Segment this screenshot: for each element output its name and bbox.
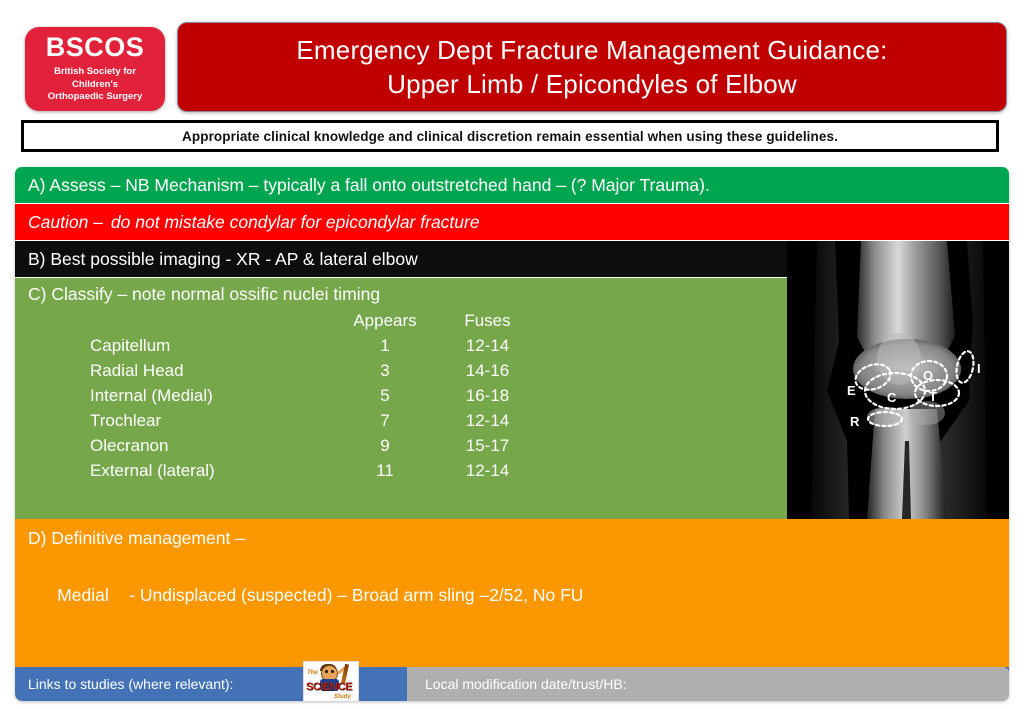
logo-subtitle-line2: Orthopaedic Surgery xyxy=(47,91,143,103)
local-modification-field[interactable]: Local modification date/trust/HB: xyxy=(407,667,1009,701)
logo-abbreviation: BSCOS xyxy=(45,31,145,62)
xray-label-T: T xyxy=(929,389,937,404)
cell-fuses: 12-14 xyxy=(465,410,510,430)
guidance-card: A) Assess – NB Mechanism – typically a f… xyxy=(15,167,1009,701)
column-header-fuses: Fuses xyxy=(464,310,511,330)
table-row: External (lateral) 11 12-14 xyxy=(28,458,540,483)
definitive-heading: D) Definitive management – xyxy=(28,528,245,548)
badge-eye-right xyxy=(331,670,334,673)
section-definitive-management: D) Definitive management – Medial - Undis… xyxy=(15,519,1009,690)
section-assess: A) Assess – NB Mechanism – typically a f… xyxy=(15,167,1009,203)
cell-name: External (lateral) xyxy=(90,460,215,480)
page-title-line1: Emergency Dept Fracture Management Guida… xyxy=(296,34,888,65)
elbow-xray-image: E C R O T I xyxy=(787,241,1009,519)
section-assess-text: A) Assess – NB Mechanism – typically a f… xyxy=(28,174,710,195)
local-modification-label: Local modification date/trust/HB: xyxy=(425,676,627,692)
section-imaging-text: B) Best possible imaging - XR - AP & lat… xyxy=(28,248,418,269)
page-title-line2: Upper Limb / Epicondyles of Elbow xyxy=(387,69,797,99)
cell-name: Capitellum xyxy=(90,335,171,355)
xray-graphic: E C R O T I xyxy=(787,241,1009,519)
xray-label-O: O xyxy=(923,368,933,383)
xray-label-R: R xyxy=(850,414,860,429)
cell-fuses: 12-14 xyxy=(465,335,510,355)
xray-label-E: E xyxy=(847,383,856,398)
cell-appears: 11 xyxy=(376,460,394,480)
badge-science-text: SCIENCE xyxy=(306,681,353,693)
card-footer: Links to studies (where relevant): The S… xyxy=(15,661,1009,701)
cell-name: Trochlear xyxy=(90,410,162,430)
cell-name: Internal (Medial) xyxy=(90,385,213,405)
xray-label-I: I xyxy=(977,361,981,376)
table-header-row: Appears Fuses xyxy=(28,308,540,333)
column-header-appears: Appears xyxy=(353,310,417,330)
page-title: Emergency Dept Fracture Management Guida… xyxy=(177,22,1007,112)
page-header: BSCOS British Society for Children's Ort… xyxy=(0,0,1024,118)
caution-lead: Caution – xyxy=(28,211,103,232)
bscos-logo: BSCOS British Society for Children's Ort… xyxy=(25,27,165,111)
table-row: Olecranon 9 15-17 xyxy=(28,433,540,458)
cell-appears: 5 xyxy=(380,385,390,405)
links-to-studies-label: Links to studies (where relevant): xyxy=(28,676,234,692)
badge-the-text: The xyxy=(307,670,318,676)
cell-appears: 9 xyxy=(380,435,390,455)
cell-appears: 3 xyxy=(380,360,390,380)
badge-study-text: Study xyxy=(334,694,351,700)
science-study-logo[interactable]: The SCIENCE Study xyxy=(303,661,359,701)
cell-appears: 1 xyxy=(380,335,390,355)
cell-fuses: 16-18 xyxy=(465,385,510,405)
caution-text: do not mistake condylar for epicondylar … xyxy=(110,211,480,232)
table-row: Trochlear 7 12-14 xyxy=(28,408,540,433)
disclaimer-banner: Appropriate clinical knowledge and clini… xyxy=(21,120,999,152)
section-caution: Caution – do not mistake condylar for ep… xyxy=(15,204,1009,240)
cell-fuses: 12-14 xyxy=(465,460,510,480)
table-row: Capitellum 1 12-14 xyxy=(28,333,540,358)
cell-name: Radial Head xyxy=(90,360,184,380)
cell-fuses: 14-16 xyxy=(465,360,510,380)
table-row: Internal (Medial) 5 16-18 xyxy=(28,383,540,408)
cell-appears: 7 xyxy=(380,410,390,430)
xray-label-C: C xyxy=(887,390,897,405)
logo-subtitle-line1: British Society for Children's xyxy=(54,65,136,90)
definitive-line-1: Medial - Undisplaced (suspected) – Broad … xyxy=(28,552,1009,637)
definitive-text-1: - Undisplaced (suspected) – Broad arm sl… xyxy=(129,584,584,605)
disclaimer-text: Appropriate clinical knowledge and clini… xyxy=(182,128,838,144)
cell-fuses: 15-17 xyxy=(465,435,510,455)
definitive-label-medial: Medial xyxy=(57,584,109,605)
column-header-name xyxy=(28,308,335,333)
table-row: Radial Head 3 14-16 xyxy=(28,358,540,383)
badge-eye-left xyxy=(325,670,328,673)
ossific-nuclei-table: Appears Fuses Capitellum 1 12-14 Radial … xyxy=(28,308,540,483)
cell-name: Olecranon xyxy=(90,435,169,455)
